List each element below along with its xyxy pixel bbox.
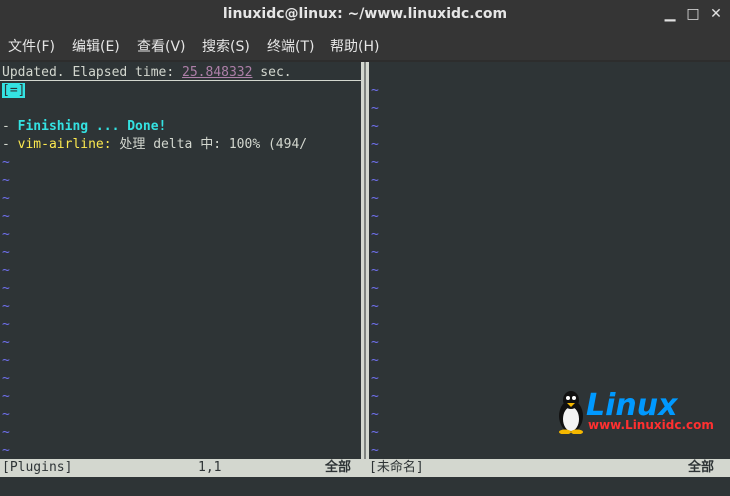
empty-line-tilde: ~ — [371, 155, 379, 170]
empty-line-tilde: ~ — [371, 425, 379, 440]
maximize-button[interactable]: □ — [683, 4, 703, 24]
empty-line-tilde: ~ — [371, 101, 379, 116]
menu-file[interactable]: 文件(F) — [8, 36, 55, 56]
empty-line-tilde: ~ — [2, 425, 10, 440]
menu-terminal[interactable]: 终端(T) — [267, 36, 314, 56]
watermark-logo: Linux www.Linuxidc.com — [556, 388, 726, 435]
time-unit: sec. — [252, 65, 292, 80]
empty-line-tilde: ~ — [2, 155, 10, 170]
empty-line-tilde: ~ — [371, 389, 379, 404]
buffer-name: [Plugins] — [2, 460, 73, 475]
empty-line-tilde: ~ — [2, 407, 10, 422]
empty-line-tilde: ~ — [371, 299, 379, 314]
empty-line-tilde: ~ — [371, 173, 379, 188]
menu-help[interactable]: 帮助(H) — [330, 36, 379, 56]
command-line[interactable] — [0, 477, 730, 496]
empty-line-tilde: ~ — [371, 137, 379, 152]
empty-line-tilde: ~ — [2, 299, 10, 314]
watermark-site: www.Linuxidc.com — [588, 418, 714, 432]
minimize-button[interactable]: ▁ — [660, 4, 680, 24]
underline-divider — [0, 80, 361, 81]
progress-line: [=] — [2, 82, 26, 100]
empty-line-tilde: ~ — [371, 335, 379, 350]
empty-line-tilde: ~ — [371, 227, 379, 242]
empty-line-tilde: ~ — [371, 371, 379, 386]
update-label: Updated. Elapsed time: — [2, 65, 183, 80]
finishing-text: Finishing ... Done! — [17, 119, 167, 134]
separator-line — [364, 62, 366, 459]
cursor-position: 1,1 — [198, 460, 222, 475]
empty-line-tilde: ~ — [371, 353, 379, 368]
empty-line-tilde: ~ — [371, 209, 379, 224]
empty-line-tilde: ~ — [2, 173, 10, 188]
menu-view[interactable]: 查看(V) — [137, 36, 186, 56]
empty-line-tilde: ~ — [2, 209, 10, 224]
empty-line-tilde: ~ — [2, 389, 10, 404]
terminal-window: linuxidc@linux: ~/www.linuxidc.com ▁ □ ✕… — [0, 0, 730, 496]
empty-line-tilde: ~ — [371, 83, 379, 98]
plugin-line: - vim-airline: 处理 delta 中: 100% (494/ — [2, 136, 307, 154]
empty-line-tilde: ~ — [2, 353, 10, 368]
empty-line-tilde: ~ — [2, 443, 10, 458]
menu-edit[interactable]: 编辑(E) — [72, 36, 120, 56]
plugin-progress: 处理 delta 中: 100% (494/ — [111, 137, 308, 152]
menu-bar: 文件(F) 编辑(E) 查看(V) 搜索(S) 终端(T) 帮助(H) — [0, 30, 730, 60]
plugin-name: vim-airline: — [17, 137, 112, 152]
tux-penguin-icon — [559, 391, 583, 435]
menu-search[interactable]: 搜索(S) — [202, 36, 250, 56]
bullet: - — [2, 119, 18, 134]
empty-line-tilde: ~ — [2, 263, 10, 278]
elapsed-time: 25.848332 — [182, 65, 253, 80]
empty-line-tilde: ~ — [2, 245, 10, 260]
progress-bar: [=] — [2, 83, 26, 98]
empty-line-tilde: ~ — [2, 227, 10, 242]
empty-line-tilde: ~ — [371, 263, 379, 278]
empty-line-tilde: ~ — [371, 119, 379, 134]
scroll-indicator: 全部 — [325, 460, 352, 475]
empty-line-tilde: ~ — [371, 443, 379, 458]
empty-line-tilde: ~ — [2, 335, 10, 350]
status-line: [Plugins] 1,1 全部 [未命名] 全部 — [0, 459, 730, 477]
bullet: - — [2, 137, 18, 152]
empty-line-tilde: ~ — [2, 317, 10, 332]
empty-line-tilde: ~ — [371, 191, 379, 206]
empty-line-tilde: ~ — [371, 245, 379, 260]
empty-line-tilde: ~ — [2, 371, 10, 386]
empty-line-tilde: ~ — [2, 281, 10, 296]
right-buffer-name: [未命名] — [369, 460, 424, 475]
finishing-line: - Finishing ... Done! — [2, 118, 166, 136]
title-bar[interactable]: linuxidc@linux: ~/www.linuxidc.com ▁ □ ✕ — [0, 0, 730, 30]
empty-line-tilde: ~ — [371, 317, 379, 332]
empty-line-tilde: ~ — [371, 281, 379, 296]
close-button[interactable]: ✕ — [706, 4, 726, 24]
right-scroll-indicator: 全部 — [688, 460, 715, 475]
empty-line-tilde: ~ — [2, 191, 10, 206]
empty-line-tilde: ~ — [371, 407, 379, 422]
window-title: linuxidc@linux: ~/www.linuxidc.com — [222, 6, 508, 22]
left-pane[interactable]: Updated. Elapsed time: 25.848332 sec. [=… — [0, 62, 361, 459]
